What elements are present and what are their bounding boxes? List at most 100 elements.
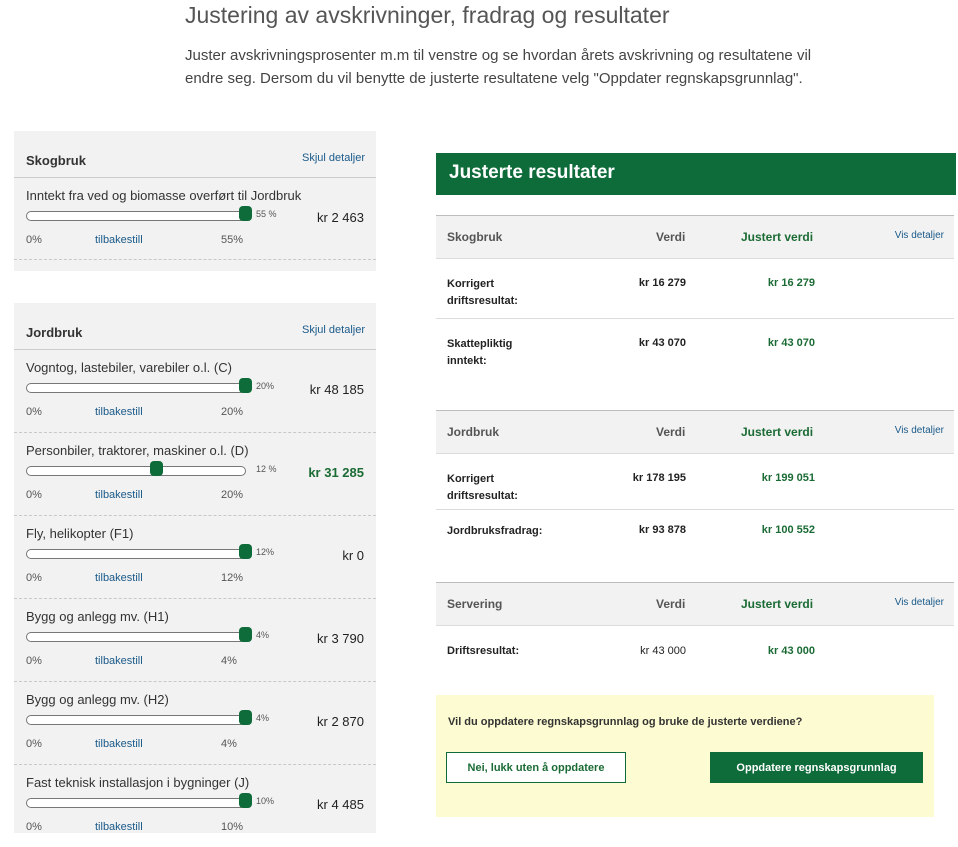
slider-min-label: 0% (26, 234, 42, 246)
slider-handle[interactable] (239, 544, 252, 559)
slider-label: Personbiler, traktorer, maskiner o.l. (D… (26, 443, 249, 458)
section-name: Jordbruk (447, 425, 500, 439)
section-header: Servering Verdi Justert verdi Vis detalj… (436, 582, 954, 626)
slider-min-label: 0% (26, 572, 42, 584)
slider-handle[interactable] (239, 378, 252, 393)
slider-row: Bygg og anlegg mv. (H2) 4% kr 2 870 0% t… (14, 682, 376, 765)
slider-label: Fast teknisk installasjon i bygninger (J… (26, 775, 250, 790)
slider-min-label: 0% (26, 406, 42, 418)
depreciation-amount: kr 3 790 (317, 631, 364, 646)
section-header: Jordbruk Verdi Justert verdi Vis detalje… (436, 410, 954, 454)
reset-link[interactable]: tilbakestill (95, 234, 143, 246)
slider-row: Fly, helikopter (F1) 12% kr 0 0% tilbake… (14, 516, 376, 599)
section-header: Skogbruk Verdi Justert verdi Vis detalje… (436, 215, 954, 259)
result-value: kr 178 195 (632, 472, 686, 484)
result-adjusted-value: kr 43 070 (767, 337, 815, 349)
panel-title: Jordbruk (26, 325, 83, 340)
results-title: Justerte resultater (449, 162, 615, 183)
slider-row: Inntekt fra ved og biomasse overført til… (14, 178, 376, 260)
slider-max-label: 4% (221, 655, 237, 667)
slider-value-label: 12% (256, 547, 275, 557)
result-adjusted-value: kr 16 279 (767, 277, 815, 289)
panel-header: Jordbruk Skjul detaljer (14, 303, 376, 350)
result-value: kr 43 070 (638, 337, 686, 349)
show-details-link[interactable]: Vis detaljer (895, 425, 944, 436)
jordbruk-panel: Jordbruk Skjul detaljer Vogntog, lastebi… (14, 303, 376, 833)
result-adjusted-value: kr 100 552 (761, 524, 815, 536)
slider-label: Bygg og anlegg mv. (H2) (26, 692, 169, 707)
slider-label: Bygg og anlegg mv. (H1) (26, 609, 169, 624)
slider-track[interactable] (26, 632, 246, 642)
reset-link[interactable]: tilbakestill (95, 738, 143, 750)
result-label: Korrigert driftsresultat: (447, 473, 518, 502)
slider-value-label: 4% (256, 630, 270, 640)
skogbruk-panel: Skogbruk Skjul detaljer Inntekt fra ved … (14, 131, 376, 271)
column-value-header: Verdi (656, 230, 686, 244)
slider-min-label: 0% (26, 821, 42, 833)
reset-link[interactable]: tilbakestill (95, 655, 143, 667)
intro-text: Juster avskrivningsprosenter m.m til ven… (185, 47, 812, 87)
column-adjusted-header: Justert verdi (741, 425, 814, 439)
slider-max-label: 10% (221, 821, 244, 833)
slider-track[interactable] (26, 798, 246, 808)
column-value-header: Verdi (656, 597, 686, 611)
slider-track[interactable] (26, 549, 246, 559)
slider-min-label: 0% (26, 655, 42, 667)
result-value: kr 93 878 (638, 524, 686, 536)
slider-track[interactable] (26, 383, 246, 393)
slider-label: Fly, helikopter (F1) (26, 526, 134, 541)
slider-handle[interactable] (239, 627, 252, 642)
slider-max-label: 20% (221, 406, 244, 418)
slider-handle[interactable] (239, 793, 252, 808)
slider-track[interactable] (26, 466, 246, 476)
column-value-header: Verdi (656, 425, 686, 439)
result-adjusted-value: kr 199 051 (761, 472, 815, 484)
slider-handle[interactable] (150, 461, 163, 476)
result-row: Driftsresultat: kr 43 000 kr 43 000 (436, 626, 954, 676)
slider-min-label: 0% (26, 489, 42, 501)
result-row: Korrigert driftsresultat: kr 178 195 kr … (436, 454, 954, 510)
reset-link[interactable]: tilbakestill (95, 572, 143, 584)
results-section-servering: Servering Verdi Justert verdi Vis detalj… (436, 582, 954, 676)
slider-value-label: 12 % (256, 464, 277, 474)
depreciation-amount: kr 48 185 (309, 382, 364, 397)
close-without-update-button[interactable]: Nei, lukk uten å oppdatere (446, 752, 626, 783)
page-title: Justering av avskrivninger, fradrag og r… (185, 2, 670, 28)
hide-details-link[interactable]: Skjul detaljer (302, 324, 365, 336)
panel-header: Skogbruk Skjul detaljer (14, 131, 376, 178)
results-section-jordbruk: Jordbruk Verdi Justert verdi Vis detalje… (436, 410, 954, 569)
slider-value-label: 20% (256, 381, 275, 391)
slider-handle[interactable] (239, 206, 252, 221)
slider-row: Bygg og anlegg mv. (H1) 4% kr 3 790 0% t… (14, 599, 376, 682)
slider-value-label: 55 % (256, 209, 277, 219)
column-adjusted-header: Justert verdi (741, 230, 814, 244)
hide-details-link[interactable]: Skjul detaljer (302, 152, 365, 164)
section-name: Skogbruk (447, 230, 503, 244)
update-prompt: Vil du oppdatere regnskapsgrunnlag og br… (436, 695, 934, 817)
result-row: Korrigert driftsresultat: kr 16 279 kr 1… (436, 259, 954, 319)
result-value: kr 43 000 (640, 645, 686, 657)
result-row: Jordbruksfradrag: kr 93 878 kr 100 552 (436, 510, 954, 569)
result-row: Skattepliktig inntekt: kr 43 070 kr 43 0… (436, 319, 954, 378)
reset-link[interactable]: tilbakestill (95, 821, 143, 833)
depreciation-amount: kr 0 (342, 548, 364, 563)
slider-handle[interactable] (239, 710, 252, 725)
slider-value-label: 10% (256, 796, 275, 806)
reset-link[interactable]: tilbakestill (95, 406, 143, 418)
show-details-link[interactable]: Vis detaljer (895, 597, 944, 608)
results-header: Justerte resultater (436, 153, 956, 195)
result-value: kr 16 279 (638, 277, 686, 289)
result-label: Korrigert driftsresultat: (447, 278, 518, 307)
result-adjusted-value: kr 43 000 (767, 645, 815, 657)
depreciation-amount: kr 31 285 (308, 465, 364, 480)
slider-max-label: 55% (221, 234, 244, 246)
slider-track[interactable] (26, 211, 246, 221)
show-details-link[interactable]: Vis detaljer (895, 230, 944, 241)
update-accounting-basis-button[interactable]: Oppdatere regnskapsgrunnlag (710, 752, 923, 783)
reset-link[interactable]: tilbakestill (95, 489, 143, 501)
depreciation-amount: kr 2 463 (317, 210, 364, 225)
result-label: Driftsresultat: (447, 645, 520, 657)
result-label: Skattepliktig inntekt: (447, 338, 513, 367)
slider-max-label: 20% (221, 489, 244, 501)
slider-track[interactable] (26, 715, 246, 725)
